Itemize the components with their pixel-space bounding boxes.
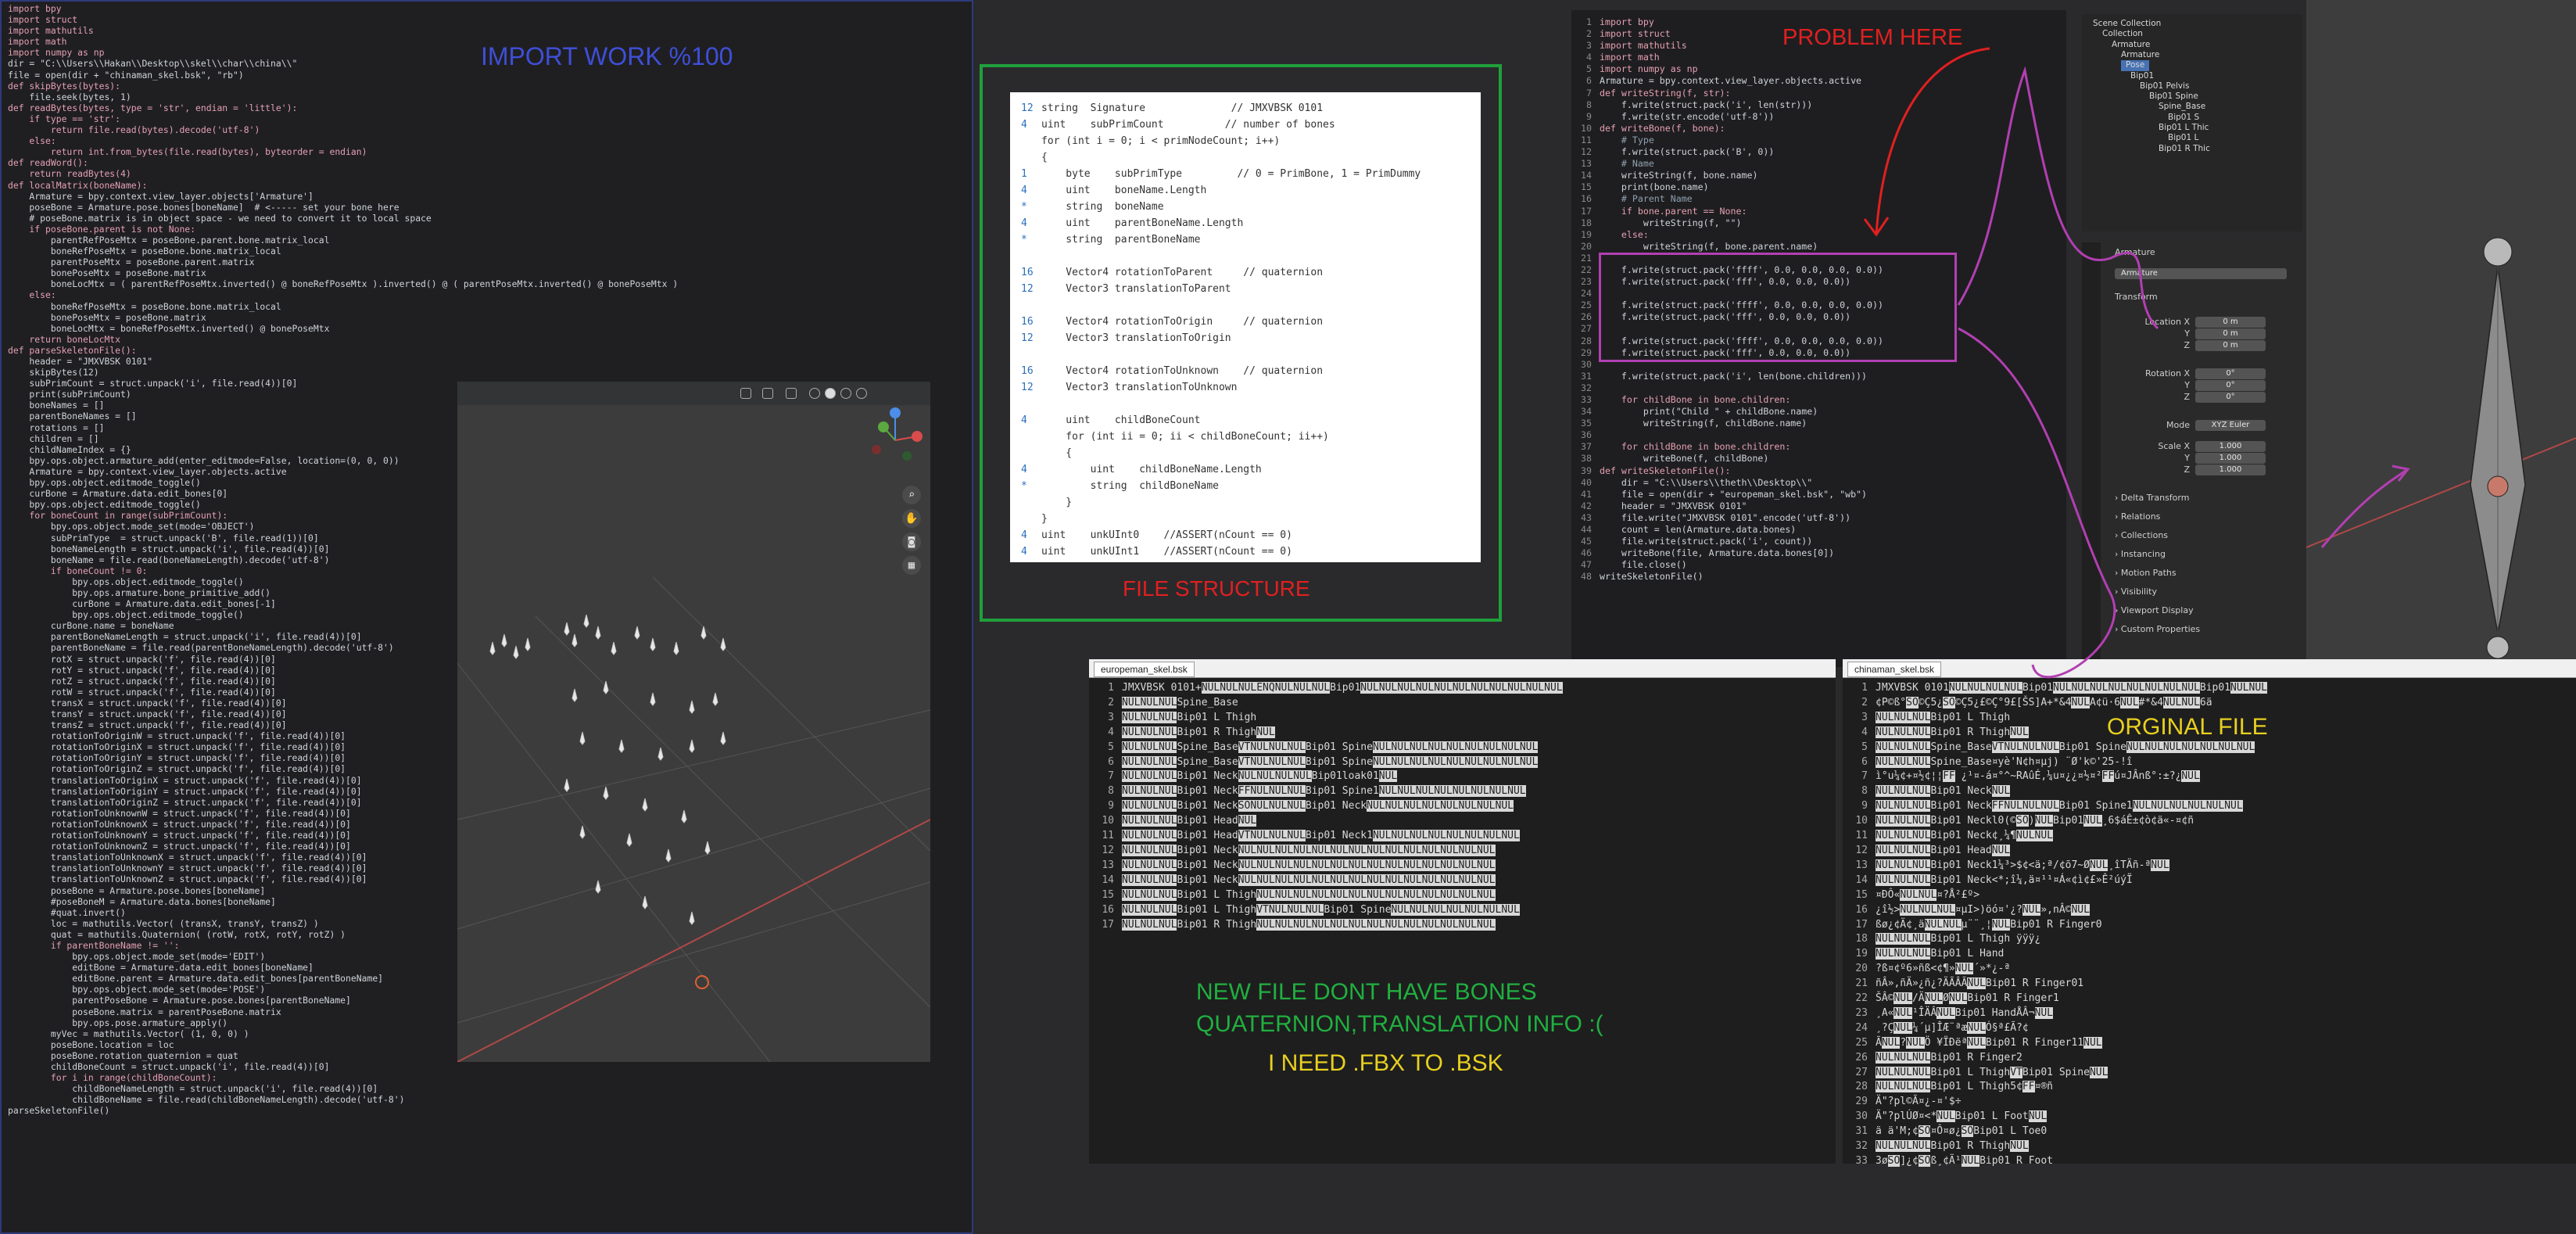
- magenta-arrow-3: [2320, 468, 2409, 548]
- annotation-arrows: [1863, 47, 2410, 679]
- problem-arrow: [1875, 47, 1990, 235]
- magenta-arrow-2: [1958, 327, 2116, 679]
- magenta-arrow-1: [1957, 66, 2159, 330]
